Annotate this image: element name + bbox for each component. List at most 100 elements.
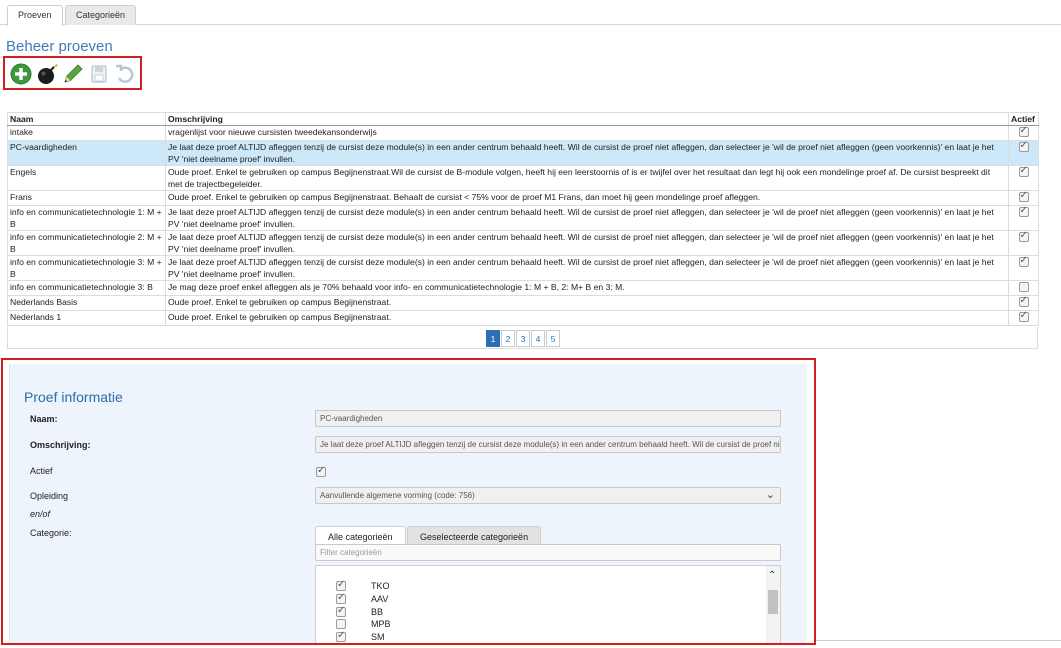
undo-icon [116,64,134,83]
page-title: Beheer proeven [6,38,113,55]
table-row[interactable]: intake vragenlijst voor nieuwe cursisten … [7,125,1039,141]
category-filter-input[interactable]: Filter categorieën [315,544,781,561]
active-checkbox[interactable] [1018,230,1029,242]
training-label: Opleiding [30,491,69,501]
divider [816,640,1061,641]
active-checkbox[interactable] [1018,205,1029,217]
category-label: TKO [371,581,390,591]
category-checkbox[interactable] [336,605,346,617]
scroll-thumb[interactable] [768,590,778,614]
andor-label: en/of [30,509,51,519]
cell-active [1008,125,1039,141]
name-label: Naam: [30,414,58,424]
pagination: 12345 [486,330,561,347]
floppy-disk-icon [91,65,107,83]
page-link[interactable]: 5 [546,330,560,347]
cell-active [1008,140,1039,166]
table-row[interactable]: Nederlands 1 Oude proef. Enkel te gebruik… [7,310,1039,326]
cell-description: Je laat deze proef ALTIJD afleggen tenzi… [165,140,1009,166]
bomb-icon [38,64,58,84]
table-row[interactable]: Nederlands Basis Oude proef. Enkel te geb… [7,295,1039,311]
edit-button[interactable] [61,62,85,86]
description-label: Omschrijving: [30,440,91,450]
add-button[interactable] [9,62,33,86]
column-header-name[interactable]: Naam [7,112,166,126]
cell-description: Je laat deze proef ALTIJD afleggen tenzi… [165,230,1009,256]
cell-active [1008,310,1039,326]
active-checkbox[interactable] [1018,310,1029,322]
table-header-row: Naam Omschrijving Actief [7,112,1039,126]
cell-description: Oude proef. Enkel te gebruiken op campus… [165,165,1009,191]
table-row[interactable]: Frans Oude proef. Enkel te gebruiken op c… [7,190,1039,206]
cell-active [1008,255,1039,281]
cell-active [1008,205,1039,231]
cell-name: PC-vaardigheden [7,140,166,166]
cell-active [1008,295,1039,311]
cell-description: Oude proef. Enkel te gebruiken op campus… [165,190,1009,206]
table-row[interactable]: info en communicatietechnologie 3: M + B… [7,255,1039,281]
cell-active [1008,165,1039,191]
column-header-description[interactable]: Omschrijving [165,112,1009,126]
table-row[interactable]: PC-vaardigheden Je laat deze proef ALTIJD… [7,140,1039,166]
chevron-up-icon[interactable]: ⌃ [768,570,776,581]
cell-name: info en communicatietechnologie 3: B [7,280,166,296]
page-link[interactable]: 2 [501,330,515,347]
category-checkbox[interactable] [336,592,346,604]
cell-description: Je laat deze proef ALTIJD afleggen tenzi… [165,255,1009,281]
category-list: TKO AAV BB MPB SM ⌃ [315,565,781,643]
table-row[interactable]: info en communicatietechnologie 2: M + B… [7,230,1039,256]
active-label: Actief [30,466,53,476]
proef-informatie-panel: Proef informatie Naam: PC-vaardigheden O… [9,364,807,643]
cell-name: Engels [7,165,166,191]
category-label: BB [371,606,384,617]
cell-name: Nederlands 1 [7,310,166,326]
pencil-icon [64,64,83,83]
category-label: MPB [371,619,391,630]
category-list-scrollbar[interactable]: ⌃ [766,566,780,643]
category-checkbox[interactable] [336,579,346,591]
cell-description: Je laat deze proef ALTIJD afleggen tenzi… [165,205,1009,231]
undo-button[interactable] [113,62,137,86]
active-checkbox[interactable] [1018,125,1029,137]
proef-informatie-frame: Proef informatie Naam: PC-vaardigheden O… [1,358,816,645]
chevron-down-icon: ⌄ [765,489,775,501]
plus-circle-icon [10,63,32,85]
cell-description: Oude proef. Enkel te gebruiken op campus… [165,295,1009,311]
table-row[interactable]: info en communicatietechnologie 3: B Je m… [7,280,1039,296]
name-field[interactable]: PC-vaardigheden [315,410,781,427]
cell-description: vragenlijst voor nieuwe cursisten tweede… [165,125,1009,141]
toolbar [3,56,142,90]
table-row[interactable]: Engels Oude proef. Enkel te gebruiken op … [7,165,1039,191]
category-checkbox[interactable] [336,619,346,630]
page-link[interactable]: 4 [531,330,545,347]
category-label: AAV [371,593,389,604]
cell-name: intake [7,125,166,141]
active-checkbox[interactable] [1018,282,1029,292]
training-select[interactable]: Aanvullende algemene vorming (code: 756)… [315,487,781,504]
table-row[interactable]: info en communicatietechnologie 1: M + B… [7,205,1039,231]
tab-proeven[interactable]: Proeven [7,5,63,26]
cell-description: Je mag deze proef enkel afleggen als je … [165,280,1009,296]
category-checkbox[interactable] [336,630,346,643]
cell-name: info en communicatietechnologie 3: M + B [7,255,166,281]
active-checkbox[interactable] [1018,295,1029,307]
cell-name: Nederlands Basis [7,295,166,311]
page-link[interactable]: 3 [516,330,530,347]
cell-name: Frans [7,190,166,206]
cell-active [1008,230,1039,256]
page-link[interactable]: 1 [486,330,500,347]
active-checkbox[interactable] [1018,190,1029,202]
active-checkbox[interactable] [1018,165,1029,177]
column-header-active[interactable]: Actief [1008,112,1039,126]
top-tab-bar: Proeven Categorieën [0,0,1061,26]
proeven-table: Naam Omschrijving Actief intake vragenlij… [7,112,1039,326]
delete-button[interactable] [35,62,59,86]
active-checkbox[interactable] [316,465,326,477]
description-field[interactable]: Je laat deze proef ALTIJD afleggen tenzi… [315,436,781,453]
active-checkbox[interactable] [1018,140,1029,152]
cell-name: info en communicatietechnologie 1: M + B [7,205,166,231]
category-label: SM [371,632,385,643]
save-button[interactable] [87,62,111,86]
tab-categorieen[interactable]: Categorieën [65,5,137,25]
active-checkbox[interactable] [1018,255,1029,267]
